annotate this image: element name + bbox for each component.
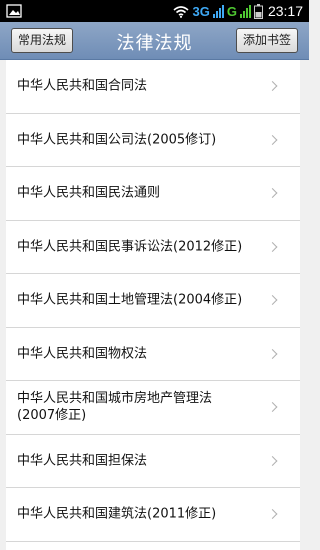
list-item[interactable]: 中华人民共和国物权法	[6, 328, 300, 381]
list-item-label: 中华人民共和国合同法	[17, 78, 148, 94]
list-item[interactable]: 中华人民共和国城市房地产管理法(2007修正)	[6, 381, 300, 435]
network-g-label: G	[226, 3, 237, 19]
signal-icon	[212, 4, 224, 18]
list-item-label: 中华人民共和国民事诉讼法(2012修正)	[17, 239, 243, 255]
list-item[interactable]: 中华人民共和国担保法	[6, 435, 300, 488]
list-item[interactable]: 中华人民共和国民法通则	[6, 167, 300, 221]
battery-icon	[253, 3, 263, 19]
chevron-right-icon	[267, 348, 278, 359]
chevron-right-icon	[267, 455, 278, 466]
chevron-right-icon	[267, 188, 278, 199]
chevron-right-icon	[267, 509, 278, 520]
list-item[interactable]: 中华人民共和国公司法(2005修订)	[6, 114, 300, 167]
network-3g-label: 3G	[192, 3, 210, 19]
chevron-right-icon	[267, 81, 278, 92]
status-bar: 3G G 23:17	[0, 0, 309, 22]
signal-icon	[239, 4, 251, 18]
list-item[interactable]: 中华人民共和国民事诉讼法(2012修正)	[6, 221, 300, 274]
chevron-right-icon	[267, 295, 278, 306]
clock: 23:17	[267, 3, 303, 19]
list-item-label: 中华人民共和国公司法(2005修订)	[17, 132, 217, 148]
list-item-label: 中华人民共和国担保法	[17, 453, 148, 469]
chevron-right-icon	[267, 402, 278, 413]
list-item-label: 中华人民共和国土地管理法(2004修正)	[17, 292, 243, 308]
chevron-right-icon	[267, 241, 278, 252]
add-bookmark-button[interactable]: 添加书签	[236, 28, 298, 53]
list-item-label: 中华人民共和国城市房地产管理法(2007修正)	[17, 391, 213, 424]
wifi-icon	[173, 5, 190, 18]
list-item-label: 中华人民共和国物权法	[17, 346, 148, 362]
chevron-right-icon	[267, 134, 278, 145]
list-item[interactable]: 中华人民共和国土地管理法(2004修正)	[6, 274, 300, 328]
list-item-label: 中华人民共和国民法通则	[17, 185, 161, 201]
image-icon	[6, 4, 22, 18]
list-item[interactable]: 中华人民共和国建筑法(2011修正)	[6, 488, 300, 542]
list-item[interactable]: 中华人民共和国合同法	[6, 60, 300, 114]
title-bar: 常用法规 法律法规 添加书签	[0, 22, 309, 60]
list-item-label: 中华人民共和国建筑法(2011修正)	[17, 506, 217, 522]
law-list: 中华人民共和国合同法 中华人民共和国公司法(2005修订) 中华人民共和国民法通…	[6, 60, 300, 550]
